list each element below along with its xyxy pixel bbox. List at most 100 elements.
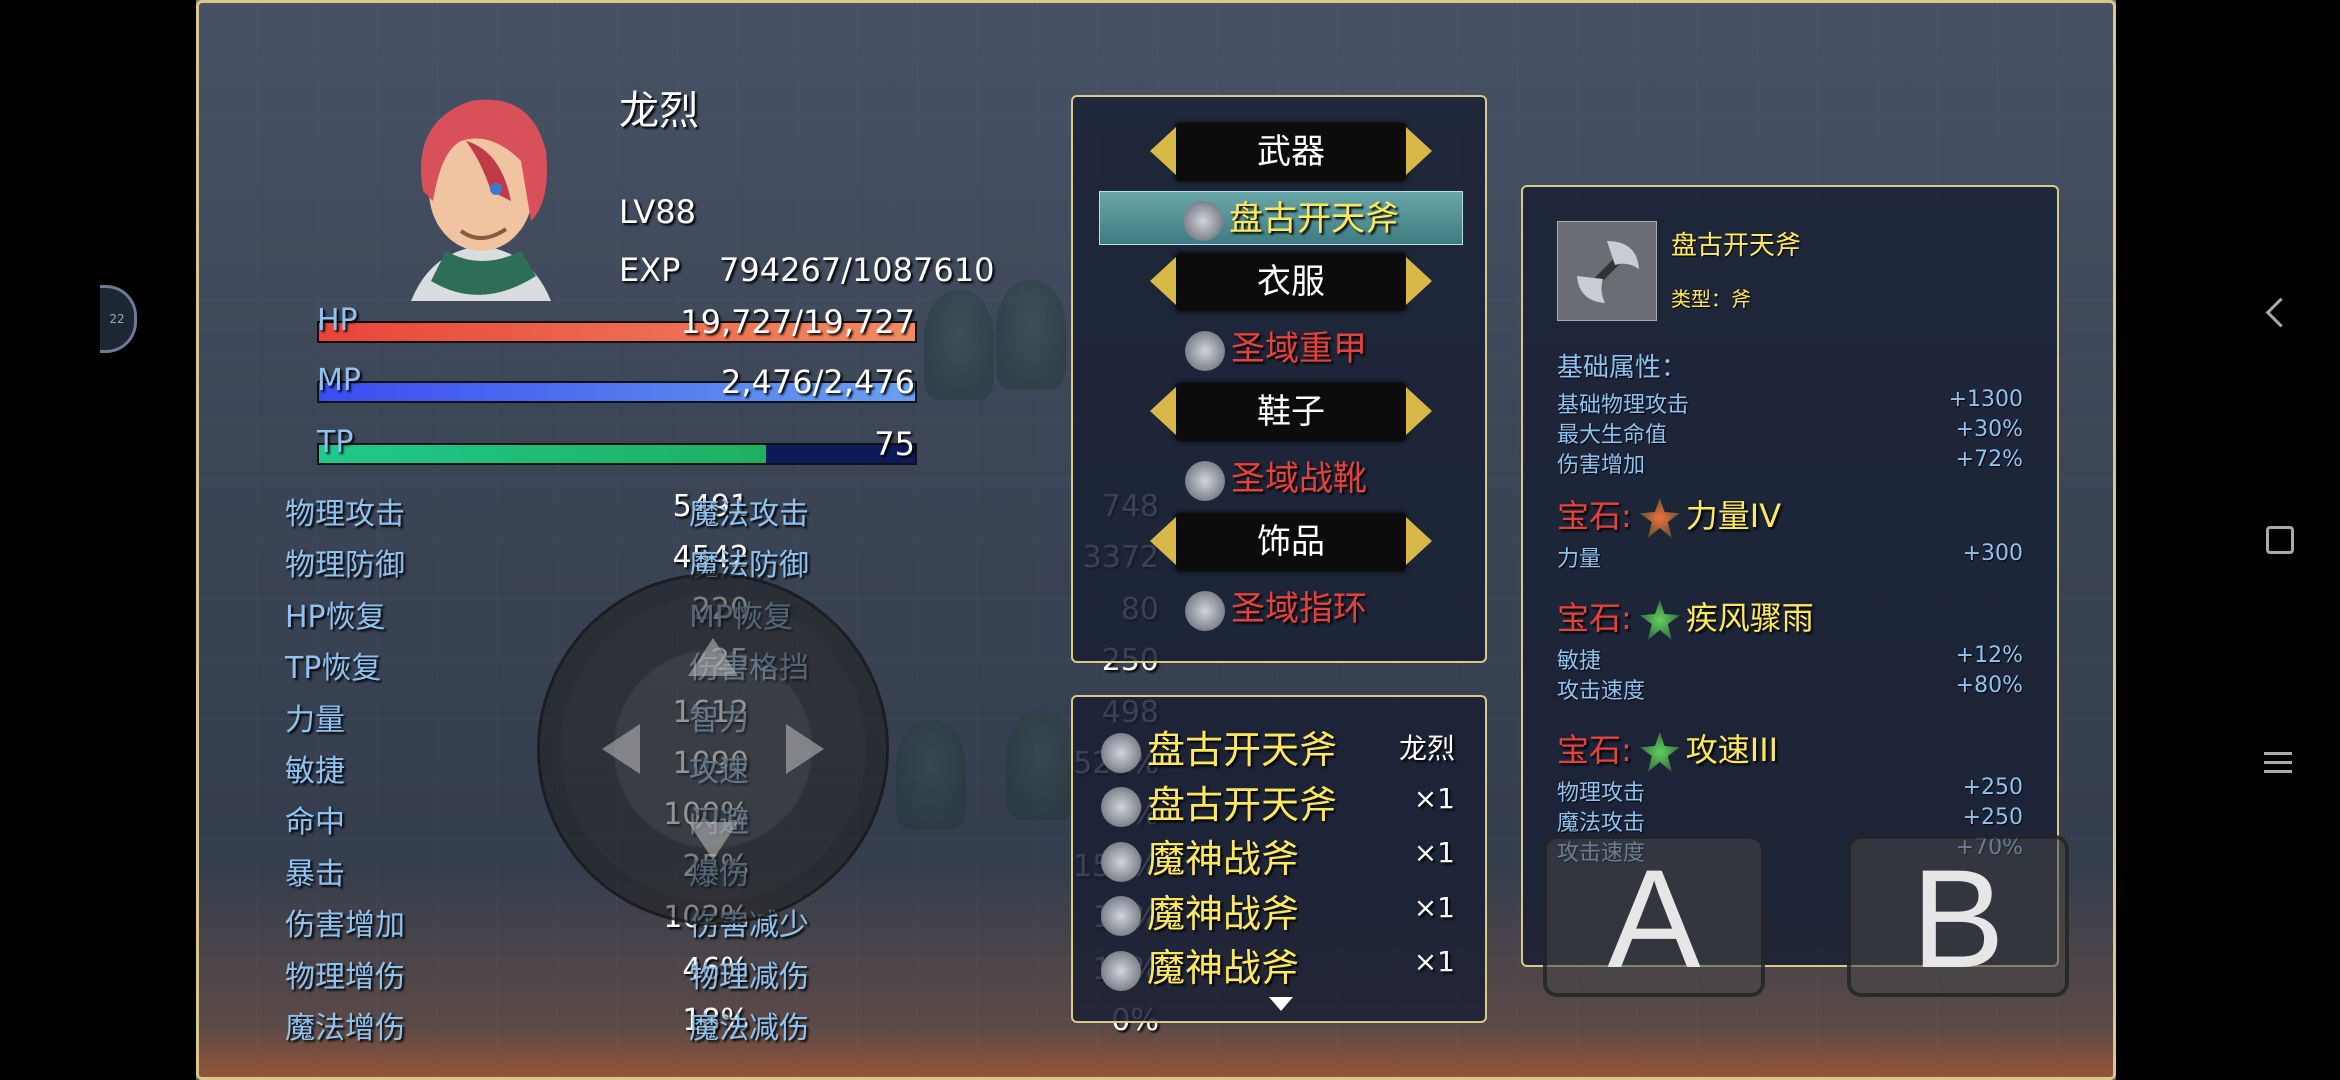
base-attributes-title: 基础属性： bbox=[1557, 353, 1688, 383]
slot-left-arrow-icon bbox=[1150, 517, 1176, 565]
stat-label: 物理防御 bbox=[285, 548, 405, 584]
attr-value: +30% bbox=[1955, 417, 2023, 442]
ring-icon bbox=[1185, 590, 1225, 631]
inventory-item[interactable]: 魔神战斧 bbox=[1101, 883, 1299, 938]
equipped-item-name: 圣域战靴 bbox=[1231, 459, 1367, 499]
status-window: 龙烈 LV88 EXP 794267/1087610 HP 19,727/19,… bbox=[196, 0, 2116, 1080]
gem-label: 宝石: bbox=[1557, 599, 1632, 637]
attr-value: +72% bbox=[1955, 447, 2023, 472]
slot-right-arrow-icon bbox=[1406, 517, 1432, 565]
slot-left-arrow-icon bbox=[1150, 387, 1176, 435]
attr-label: 最大生命值 bbox=[1557, 423, 1668, 448]
stat-label: 魔法攻击 bbox=[689, 497, 809, 532]
recents-icon[interactable] bbox=[2264, 752, 2292, 774]
stat-label: 敏捷 bbox=[285, 754, 345, 789]
a-button[interactable]: A bbox=[1543, 835, 1765, 997]
inventory-item-name: 魔神战斧 bbox=[1147, 837, 1300, 881]
character-name: 龙烈 bbox=[619, 88, 699, 134]
axe-icon bbox=[1183, 200, 1223, 241]
dpad-right-icon[interactable] bbox=[786, 724, 824, 774]
inventory-item[interactable]: 盘古开天斧 bbox=[1101, 719, 1337, 774]
inventory-item[interactable]: 魔神战斧 bbox=[1101, 937, 1299, 992]
back-icon[interactable] bbox=[2265, 297, 2296, 328]
axe-icon bbox=[1101, 950, 1141, 991]
equip-slot-header[interactable]: 衣服 bbox=[1150, 253, 1432, 311]
stat-label: 伤害增加 bbox=[285, 908, 405, 944]
gem-attr-value: +12% bbox=[1955, 643, 2023, 668]
system-nav-bar bbox=[2210, 0, 2340, 1080]
stat-label: 暴击 bbox=[285, 856, 345, 892]
mp-label: MP bbox=[317, 363, 361, 398]
inventory-item[interactable]: 盘古开天斧 bbox=[1101, 774, 1337, 829]
gem-attr-value: +250 bbox=[1962, 775, 2023, 800]
game-viewport: 龙烈 LV88 EXP 794267/1087610 HP 19,727/19,… bbox=[196, 0, 2116, 1080]
stat-label: 力量 bbox=[285, 702, 345, 738]
inventory-item-name: 魔神战斧 bbox=[1147, 891, 1300, 936]
floating-assist-bubble[interactable]: 22 bbox=[100, 285, 137, 353]
equipped-item[interactable]: 圣域战靴 bbox=[1185, 451, 1367, 501]
inventory-item-qty: 龙烈 bbox=[1398, 732, 1455, 765]
axe-large-icon bbox=[1557, 221, 1657, 321]
gem-icon bbox=[1639, 498, 1680, 538]
home-icon[interactable] bbox=[2266, 526, 2294, 554]
equipped-item-name: 圣域重甲 bbox=[1231, 329, 1367, 369]
inventory-item-qty: ×1 bbox=[1413, 890, 1455, 924]
scroll-down-arrow-icon[interactable] bbox=[1269, 997, 1293, 1011]
b-button[interactable]: B bbox=[1847, 835, 2069, 997]
gem-name: 力量IV bbox=[1685, 497, 1782, 535]
tp-value: 75 bbox=[874, 425, 915, 463]
inventory-item-name: 魔神战斧 bbox=[1147, 946, 1300, 990]
gem-icon bbox=[1639, 732, 1680, 772]
gem-attr-label: 敏捷 bbox=[1557, 649, 1602, 674]
equipped-item-name: 盘古开天斧 bbox=[1229, 199, 1399, 239]
character-portrait bbox=[411, 99, 551, 301]
gem-attr-value: +80% bbox=[1955, 673, 2023, 698]
slot-right-arrow-icon bbox=[1406, 127, 1432, 175]
armor-icon bbox=[1185, 330, 1225, 371]
dpad-down-icon[interactable] bbox=[688, 822, 738, 860]
dpad-left-icon[interactable] bbox=[602, 724, 640, 774]
gem-label: 宝石: bbox=[1557, 731, 1632, 769]
inventory-item-qty: ×1 bbox=[1413, 945, 1455, 978]
stat-label: 魔法增伤 bbox=[285, 1011, 405, 1046]
slot-right-arrow-icon bbox=[1406, 257, 1432, 305]
boots-icon bbox=[1185, 460, 1225, 501]
detail-item-type: 类型：斧 bbox=[1671, 287, 1751, 311]
gem-attr-label: 魔法攻击 bbox=[1557, 811, 1646, 836]
gem-name: 疾风骤雨 bbox=[1685, 599, 1814, 637]
equipped-item[interactable]: 盘古开天斧 bbox=[1183, 191, 1399, 241]
gem-row: 宝石: 攻速III bbox=[1557, 725, 1778, 772]
dpad-up-icon[interactable] bbox=[688, 638, 738, 676]
equipped-item[interactable]: 圣域指环 bbox=[1185, 581, 1367, 631]
virtual-dpad[interactable] bbox=[537, 573, 889, 925]
slot-left-arrow-icon bbox=[1150, 257, 1176, 305]
tp-label: TP bbox=[317, 425, 354, 460]
gem-row: 宝石: 力量IV bbox=[1557, 491, 1781, 538]
inventory-item[interactable]: 魔神战斧 bbox=[1101, 828, 1299, 883]
axe-icon bbox=[1101, 896, 1141, 936]
equip-slot-label: 饰品 bbox=[1257, 522, 1325, 562]
exp-label: EXP bbox=[619, 251, 681, 289]
equip-slot-header[interactable]: 武器 bbox=[1150, 123, 1432, 181]
gem-attr-label: 物理攻击 bbox=[1557, 781, 1646, 806]
equipped-item-name: 圣域指环 bbox=[1231, 589, 1367, 629]
stat-label: 命中 bbox=[285, 805, 345, 841]
inventory-panel: 盘古开天斧 龙烈 盘古开天斧 ×1 魔神战斧 ×1 魔神战斧 ×1 魔神战斧 ×1 bbox=[1071, 695, 1487, 1023]
inventory-item-qty: ×1 bbox=[1413, 836, 1455, 869]
inventory-item-qty: ×1 bbox=[1413, 781, 1455, 815]
stat-label: HP恢复 bbox=[285, 599, 386, 635]
mp-value: 2,476/2,476 bbox=[721, 363, 915, 401]
exp-value: 794267/1087610 bbox=[719, 251, 995, 289]
equip-slot-label: 衣服 bbox=[1257, 262, 1325, 302]
slot-left-arrow-icon bbox=[1150, 127, 1176, 175]
axe-icon bbox=[1101, 787, 1141, 827]
equip-slot-header[interactable]: 鞋子 bbox=[1150, 383, 1432, 441]
hp-label: HP bbox=[317, 303, 358, 338]
equip-slot-label: 鞋子 bbox=[1257, 392, 1325, 432]
equip-slot-label: 武器 bbox=[1257, 132, 1325, 172]
stat-label: 物理增伤 bbox=[285, 959, 405, 995]
inventory-item-name: 盘古开天斧 bbox=[1147, 782, 1338, 827]
equipped-item[interactable]: 圣域重甲 bbox=[1185, 321, 1367, 371]
equip-slot-header[interactable]: 饰品 bbox=[1150, 513, 1432, 571]
gem-attr-value: +300 bbox=[1962, 541, 2023, 566]
